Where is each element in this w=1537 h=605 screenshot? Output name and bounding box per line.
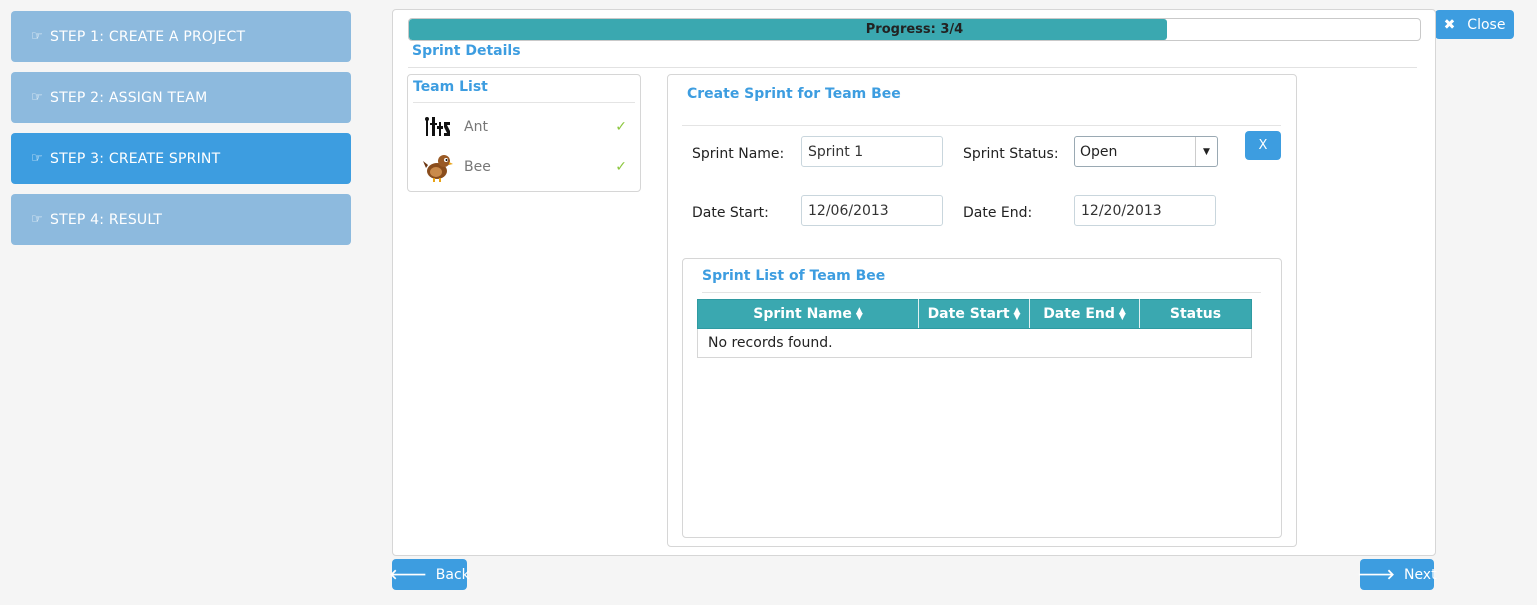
sprint-status-label: Sprint Status: bbox=[963, 146, 1059, 162]
step-label: STEP 3: CREATE SPRINT bbox=[50, 150, 221, 167]
empty-message: No records found. bbox=[697, 328, 1252, 358]
sort-icon: ▲ ▼ bbox=[1013, 306, 1021, 322]
column-label: Date End bbox=[1043, 306, 1115, 322]
step-label: STEP 4: RESULT bbox=[50, 211, 163, 228]
hand-pointer-icon: ☞ bbox=[31, 212, 43, 227]
column-header-sprint-name[interactable]: Sprint Name ▲ ▼ bbox=[697, 299, 919, 329]
create-sprint-title: Create Sprint for Team Bee bbox=[687, 86, 901, 102]
date-end-input[interactable] bbox=[1074, 195, 1216, 226]
column-header-status: Status bbox=[1139, 299, 1252, 329]
divider bbox=[413, 102, 635, 103]
clear-button[interactable]: X bbox=[1245, 131, 1281, 160]
step-4-result[interactable]: ☞ STEP 4: RESULT bbox=[11, 194, 351, 245]
hand-pointer-icon: ☞ bbox=[31, 29, 43, 44]
section-title: Sprint Details bbox=[412, 43, 521, 59]
table-row: No records found. bbox=[697, 328, 1252, 358]
main-panel: Progress: 3/4 Sprint Details Team List A… bbox=[392, 9, 1436, 556]
date-end-label: Date End: bbox=[963, 205, 1033, 221]
sort-icon: ▲ ▼ bbox=[855, 306, 863, 322]
next-button[interactable]: 🡒 Next bbox=[1357, 559, 1437, 590]
team-item-ant[interactable]: Ant ✓ bbox=[422, 109, 627, 145]
column-label: Status bbox=[1169, 306, 1222, 322]
sprint-name-input[interactable] bbox=[801, 136, 943, 167]
sort-icon: ▲ ▼ bbox=[1118, 306, 1126, 322]
sprint-name-label: Sprint Name: bbox=[692, 146, 785, 162]
divider bbox=[408, 67, 1417, 68]
step-label: STEP 1: CREATE A PROJECT bbox=[50, 28, 246, 45]
checkmark-icon: ✓ bbox=[615, 159, 627, 175]
team-name: Ant bbox=[464, 119, 488, 135]
step-label: STEP 2: ASSIGN TEAM bbox=[50, 89, 208, 106]
sprint-list-panel: Sprint List of Team Bee Sprint Name ▲ ▼ Da… bbox=[682, 258, 1282, 538]
close-label: Close bbox=[1467, 16, 1506, 33]
back-button[interactable]: 🡐 Back bbox=[389, 559, 470, 590]
checkmark-icon: ✓ bbox=[615, 119, 627, 135]
sprint-status-select[interactable]: Open ▼ bbox=[1074, 136, 1218, 167]
create-sprint-panel: Create Sprint for Team Bee Sprint Name: … bbox=[667, 74, 1297, 547]
progress-label: Progress: 3/4 bbox=[865, 22, 964, 37]
sprint-table: Sprint Name ▲ ▼ Date Start ▲ ▼ Date End ▲ ▼ St… bbox=[697, 299, 1252, 358]
divider bbox=[682, 125, 1281, 126]
caret-down-icon: ▼ bbox=[1195, 137, 1217, 166]
wizard-steps: ☞ STEP 1: CREATE A PROJECT ☞ STEP 2: ASS… bbox=[11, 11, 351, 255]
back-label: Back bbox=[435, 566, 470, 583]
bee-avatar-icon bbox=[422, 151, 454, 183]
hand-pointer-icon: ☞ bbox=[31, 90, 43, 105]
date-start-input[interactable] bbox=[801, 195, 943, 226]
next-label: Next bbox=[1403, 566, 1437, 583]
divider bbox=[702, 292, 1261, 293]
team-name: Bee bbox=[464, 159, 491, 175]
arrow-right-icon: 🡒 bbox=[1357, 567, 1395, 583]
team-list-panel: Team List Ant ✓ Bee ✓ bbox=[407, 74, 641, 192]
step-2-assign-team[interactable]: ☞ STEP 2: ASSIGN TEAM bbox=[11, 72, 351, 123]
column-label: Sprint Name bbox=[753, 306, 852, 322]
hand-pointer-icon: ☞ bbox=[31, 151, 43, 166]
column-label: Date Start bbox=[927, 306, 1010, 322]
progress-bar: Progress: 3/4 bbox=[408, 18, 1421, 41]
step-3-create-sprint[interactable]: ☞ STEP 3: CREATE SPRINT bbox=[11, 133, 351, 184]
step-1-create-project[interactable]: ☞ STEP 1: CREATE A PROJECT bbox=[11, 11, 351, 62]
column-header-date-start[interactable]: Date Start ▲ ▼ bbox=[918, 299, 1030, 329]
close-icon: ✖ bbox=[1443, 16, 1456, 33]
ant-avatar-icon bbox=[422, 111, 454, 143]
date-start-label: Date Start: bbox=[692, 205, 769, 221]
table-header-row: Sprint Name ▲ ▼ Date Start ▲ ▼ Date End ▲ ▼ St… bbox=[697, 299, 1252, 329]
arrow-left-icon: 🡐 bbox=[389, 567, 427, 583]
column-header-date-end[interactable]: Date End ▲ ▼ bbox=[1029, 299, 1140, 329]
sprint-list-title: Sprint List of Team Bee bbox=[702, 268, 886, 284]
team-item-bee[interactable]: Bee ✓ bbox=[422, 149, 627, 185]
close-button[interactable]: ✖ Close bbox=[1435, 10, 1514, 39]
team-list-title: Team List bbox=[413, 79, 488, 95]
sprint-status-value: Open bbox=[1080, 143, 1118, 160]
